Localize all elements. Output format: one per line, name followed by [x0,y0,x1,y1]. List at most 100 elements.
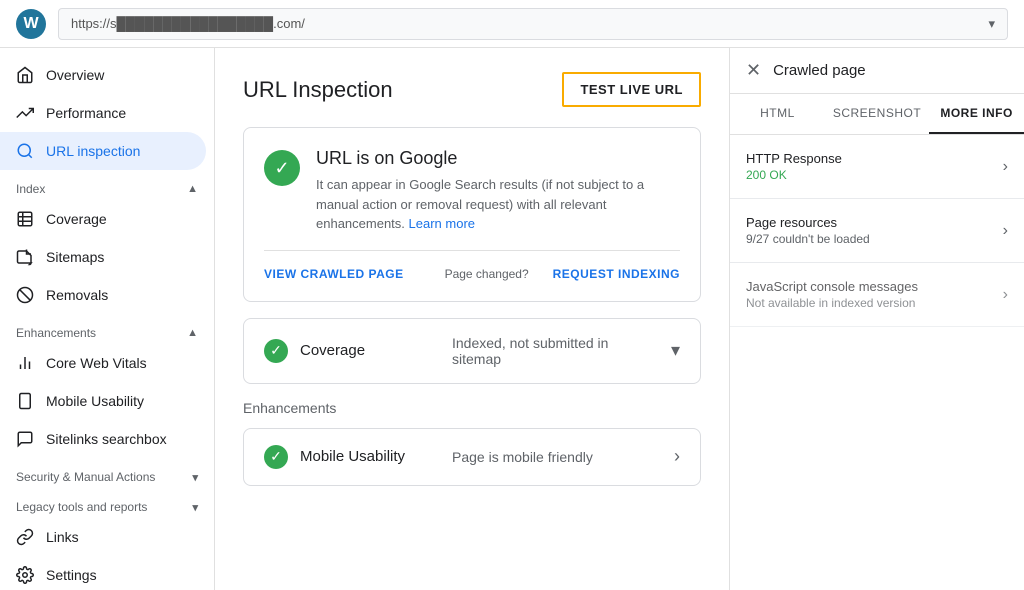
page-resources-chevron-icon: › [1003,222,1008,240]
security-section-header[interactable]: Security & Manual Actions ▾ [0,458,214,488]
legacy-section-header[interactable]: Legacy tools and reports ▾ [0,488,214,518]
mobile-usability-label: Mobile Usability [300,448,440,465]
coverage-check-icon: ✓ [264,339,288,363]
page-title: URL Inspection [243,77,393,103]
sidebar-item-coverage[interactable]: Coverage [0,200,206,238]
coverage-status: Indexed, not submitted in sitemap [452,335,659,367]
learn-more-link[interactable]: Learn more [409,216,475,231]
removals-icon [16,286,34,304]
page-resources-label: Page resources [746,215,999,230]
tab-html[interactable]: HTML [730,94,825,134]
sidebar-item-performance[interactable]: Performance [0,94,206,132]
card-actions: VIEW CRAWLED PAGE Page changed? REQUEST … [264,250,680,281]
page-resources-row[interactable]: Page resources 9/27 couldn't be loaded › [730,199,1024,263]
url-bar[interactable]: https://s█████████████████.com/ ▾ [58,8,1008,40]
sidebar-item-settings[interactable]: Settings [0,556,206,590]
close-panel-button[interactable]: ✕ [746,60,761,81]
sitemaps-icon [16,248,34,266]
sidebar-item-mobile-usability[interactable]: Mobile Usability [0,382,206,420]
js-console-row: JavaScript console messages Not availabl… [730,263,1024,327]
sidebar-label-overview: Overview [46,67,104,83]
sidebar-label-performance: Performance [46,105,126,121]
url-text: https://s█████████████████.com/ [71,16,305,31]
sidebar-label-url-inspection: URL inspection [46,143,140,159]
enhancements-section-label: Enhancements [243,400,701,416]
http-response-chevron-icon: › [1003,158,1008,176]
index-section-header: Index ▲ [0,170,214,200]
page-changed-label: Page changed? [445,267,529,281]
sidebar-item-core-web-vitals[interactable]: Core Web Vitals [0,344,206,382]
sidebar-label-removals: Removals [46,287,108,303]
sidebar-label-core-web-vitals: Core Web Vitals [46,355,147,371]
status-desc-text: It can appear in Google Search results (… [316,177,644,231]
sidebar-label-coverage: Coverage [46,211,107,227]
http-response-row[interactable]: HTTP Response 200 OK › [730,135,1024,199]
main-layout: Overview Performance URL inspection Inde… [0,48,1024,590]
status-check-icon: ✓ [264,150,300,186]
http-response-text: HTTP Response 200 OK [746,151,999,182]
http-response-label: HTTP Response [746,151,999,166]
url-dropdown-icon[interactable]: ▾ [988,16,995,32]
mobile-usability-chevron-icon: › [674,446,680,467]
legacy-section-label: Legacy tools and reports [16,500,147,514]
view-crawled-page-button[interactable]: VIEW CRAWLED PAGE [264,267,404,281]
security-collapse-icon[interactable]: ▾ [192,471,198,484]
home-icon [16,66,34,84]
sidebar-label-links: Links [46,529,79,545]
sidebar-label-settings: Settings [46,567,97,583]
links-icon [16,528,34,546]
sidebar-item-url-inspection[interactable]: URL inspection [0,132,206,170]
sidebar-item-removals[interactable]: Removals [0,276,206,314]
status-title: URL is on Google [316,148,680,169]
coverage-icon [16,210,34,228]
js-console-value: Not available in indexed version [746,296,999,310]
page-title-row: URL Inspection TEST LIVE URL [243,72,701,107]
sidebar-label-sitelinks-searchbox: Sitelinks searchbox [46,431,167,447]
security-section-label: Security & Manual Actions [16,470,155,484]
coverage-chevron-icon: ▾ [671,340,680,361]
coverage-card[interactable]: ✓ Coverage Indexed, not submitted in sit… [243,318,701,384]
sitelinks-icon [16,430,34,448]
enhancements-collapse-icon[interactable]: ▲ [187,327,198,339]
panel-title: Crawled page [773,62,866,79]
enhancements-section-label: Enhancements [16,326,96,340]
tab-screenshot[interactable]: SCREENSHOT [825,94,929,134]
sidebar-label-mobile-usability: Mobile Usability [46,393,144,409]
index-section-label: Index [16,182,45,196]
sidebar-item-sitemaps[interactable]: Sitemaps [0,238,206,276]
performance-icon [16,104,34,122]
page-resources-text: Page resources 9/27 couldn't be loaded [746,215,999,246]
core-web-vitals-icon [16,354,34,372]
page-resources-value: 9/27 couldn't be loaded [746,232,999,246]
legacy-collapse-icon[interactable]: ▾ [192,501,198,514]
sidebar-item-links[interactable]: Links [0,518,206,556]
search-icon [16,142,34,160]
http-response-value: 200 OK [746,168,999,182]
url-status-card: ✓ URL is on Google It can appear in Goog… [243,127,701,302]
test-live-url-button[interactable]: TEST LIVE URL [562,72,701,107]
sidebar-label-sitemaps: Sitemaps [46,249,104,265]
right-panel-header: ✕ Crawled page [730,48,1024,94]
sidebar-item-overview[interactable]: Overview [0,56,206,94]
panel-content: HTTP Response 200 OK › Page resources 9/… [730,135,1024,590]
js-console-label: JavaScript console messages [746,279,999,294]
tab-more-info[interactable]: MORE INFO [929,94,1024,134]
panel-tabs: HTML SCREENSHOT MORE INFO [730,94,1024,135]
status-text: URL is on Google It can appear in Google… [316,148,680,234]
top-bar: W https://s█████████████████.com/ ▾ [0,0,1024,48]
index-collapse-icon[interactable]: ▲ [187,183,198,195]
mobile-usability-card[interactable]: ✓ Mobile Usability Page is mobile friend… [243,428,701,486]
wp-logo: W [16,9,46,39]
sidebar-item-sitelinks-searchbox[interactable]: Sitelinks searchbox [0,420,206,458]
coverage-label: Coverage [300,342,440,359]
mobile-usability-status: Page is mobile friendly [452,449,662,465]
right-panel: ✕ Crawled page HTML SCREENSHOT MORE INFO… [729,48,1024,590]
js-console-text: JavaScript console messages Not availabl… [746,279,999,310]
request-indexing-button[interactable]: REQUEST INDEXING [553,267,680,281]
settings-icon [16,566,34,584]
enhancements-section-header: Enhancements ▲ [0,314,214,344]
status-desc: It can appear in Google Search results (… [316,175,680,234]
mobile-icon [16,392,34,410]
js-console-chevron-icon: › [1003,286,1008,304]
mobile-usability-check-icon: ✓ [264,445,288,469]
